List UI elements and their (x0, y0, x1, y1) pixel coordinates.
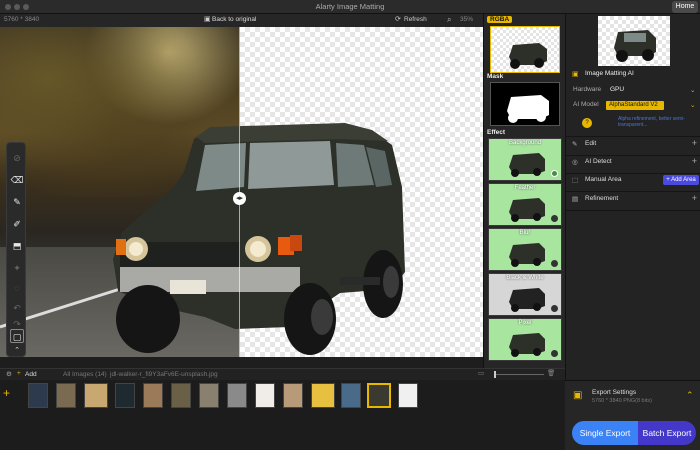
refine-icon: ▤ (572, 196, 579, 203)
plus-icon[interactable]: + (692, 193, 697, 203)
back-icon[interactable]: ▣ (204, 15, 211, 23)
detect-icon: ◎ (572, 159, 578, 166)
undo-icon[interactable]: ↶ (10, 301, 24, 315)
thumbnail-6[interactable] (171, 383, 191, 408)
model-label: AI Model (573, 101, 599, 108)
area-icon: ⬚ (572, 177, 579, 184)
matting-icon: ▣ (572, 71, 579, 78)
thumbnail-5[interactable] (143, 383, 163, 408)
effect-feather[interactable]: Feather (488, 183, 562, 226)
collapse-icon[interactable]: ⌃ (10, 344, 24, 357)
rgba-thumbnail[interactable] (490, 26, 560, 73)
single-export-button[interactable]: Single Export (572, 421, 638, 445)
title-bar: Alarty Image Matting Home (0, 0, 700, 14)
select-tool-icon[interactable]: ⊘ (10, 151, 24, 165)
chevron-down-icon[interactable]: ⌄ (690, 101, 695, 109)
thumbnail-size-slider[interactable] (494, 374, 544, 375)
zoom-level[interactable]: 35% (460, 16, 473, 23)
settings-icon[interactable]: ⚙ (6, 370, 12, 378)
image-strip: ⚙ + Add All Images (14) jdl-walker-r_fi9… (0, 368, 565, 450)
wand-icon[interactable]: ✦ (10, 261, 24, 275)
refresh-button[interactable]: Refresh (404, 16, 427, 23)
effect-pixel[interactable]: Pixel (488, 318, 562, 361)
thumbnail-2[interactable] (56, 383, 76, 408)
tool-palette: ⊘ ⌫ ✎ ✐ ⬒ ✦ ◌ ↶ ↷ ▢ ⌃ (6, 142, 26, 357)
eraser-icon[interactable]: ⌫ (10, 173, 24, 187)
image-canvas[interactable]: ◂▸ ⊘ ⌫ ✎ ✐ ⬒ ✦ ◌ ↶ ↷ ▢ ⌃ (0, 27, 483, 357)
refresh-icon[interactable]: ⟳ (395, 15, 401, 23)
add-image-plus-icon[interactable]: + (3, 386, 10, 400)
thumbnail-10[interactable] (283, 383, 303, 408)
thumbnail-4[interactable] (115, 383, 135, 408)
edit-icon: ✎ (572, 141, 578, 148)
result-preview (598, 16, 670, 66)
thumbnail-11[interactable] (311, 383, 335, 408)
batch-export-button[interactable]: Batch Export (638, 421, 696, 445)
slider-knob[interactable] (494, 371, 496, 378)
effect-background[interactable]: Background (488, 138, 562, 181)
lasso-icon[interactable]: ◌ (10, 281, 24, 295)
model-hint: Alpha refinement, better semi-transparen… (618, 116, 685, 128)
preview-column: RGBA Mask Effect Background Feather Blur… (483, 14, 565, 368)
ai-detect-label[interactable]: AI Detect (585, 158, 612, 165)
search-icon[interactable]: ⌕ (447, 15, 451, 25)
settings-panel: ▣ Image Matting AI Hardware GPU ⌄ AI Mod… (565, 14, 700, 380)
effect-blur[interactable]: Blur (488, 228, 562, 271)
plus-icon[interactable]: + (17, 370, 21, 377)
export-panel: ▣ Export Settings 5760 * 3840 PNG(8 bits… (565, 380, 700, 450)
effect-label: Effect (487, 129, 506, 136)
edit-label[interactable]: Edit (585, 140, 596, 147)
thumbnail-8[interactable] (227, 383, 247, 408)
add-area-button[interactable]: + Add Area (663, 175, 699, 185)
refinement-label[interactable]: Refinement (585, 195, 618, 202)
fit-icon[interactable]: ▭ (478, 369, 484, 377)
current-file-name: jdl-walker-r_fi9Y3aFv6E-unsplash.jpg (110, 371, 218, 378)
mask-thumbnail[interactable] (490, 82, 560, 126)
thumbnail-1[interactable] (28, 383, 48, 408)
brush-icon[interactable]: ✐ (10, 217, 24, 231)
thumbnail-3[interactable] (84, 383, 108, 408)
manual-area-label: Manual Area (585, 176, 622, 183)
image-toolbar: 5760 * 3840 ▣ Back to original ⟳ Refresh… (0, 14, 483, 27)
export-settings-icon: ▣ (573, 390, 583, 401)
all-images-tab[interactable]: All Images (14) (63, 371, 107, 378)
export-settings-title[interactable]: Export Settings (592, 389, 636, 396)
plus-icon[interactable]: + (692, 138, 697, 148)
hardware-select[interactable]: GPU (610, 86, 624, 93)
image-dimensions: 5760 * 3840 (4, 16, 40, 23)
home-button[interactable]: Home (672, 1, 698, 13)
chevron-down-icon[interactable]: ⌄ (690, 86, 695, 94)
split-handle-icon[interactable]: ◂▸ (233, 192, 246, 205)
app-title: Alarty Image Matting (315, 2, 385, 11)
section-title: Image Matting AI (585, 70, 634, 77)
fit-view-icon[interactable]: ▢ (10, 329, 24, 343)
picker-icon[interactable]: ⬒ (10, 239, 24, 253)
thumbnail-12[interactable] (341, 383, 361, 408)
help-icon[interactable]: ? (582, 118, 592, 128)
hardware-label: Hardware (573, 86, 602, 93)
selected-check-icon (551, 170, 558, 177)
export-settings-detail: 5760 * 3840 PNG(8 bits) (592, 398, 652, 404)
model-select[interactable]: AlphaStandard V2 (606, 101, 664, 110)
chevron-up-icon[interactable]: ⌃ (686, 390, 694, 401)
trash-icon[interactable]: 🗑 (547, 369, 555, 377)
pen-icon[interactable]: ✎ (10, 195, 24, 209)
plus-icon[interactable]: + (692, 156, 697, 166)
thumbnail-14[interactable] (398, 383, 418, 408)
back-to-original-button[interactable]: Back to original (212, 16, 256, 23)
thumbnail-9[interactable] (255, 383, 275, 408)
thumbnail-7[interactable] (199, 383, 219, 408)
effect-black-white[interactable]: Black & White (488, 273, 562, 316)
thumbnail-13-selected[interactable] (367, 383, 391, 408)
add-images-button[interactable]: Add (25, 371, 37, 378)
mask-label: Mask (487, 73, 504, 80)
rgba-label: RGBA (487, 16, 513, 23)
